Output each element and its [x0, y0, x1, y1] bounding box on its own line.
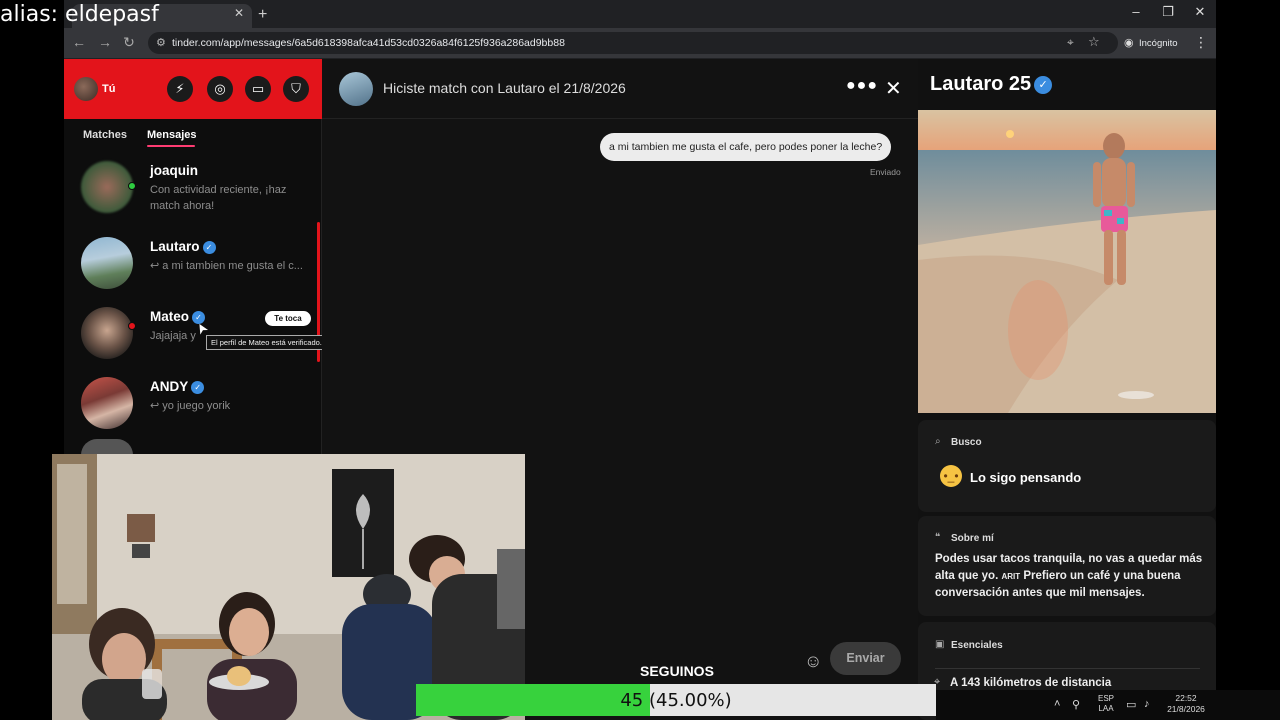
- avatar: [81, 377, 133, 429]
- conversation-name-wrap: Lautaro ✓: [150, 239, 216, 254]
- divider: [935, 668, 1200, 669]
- bookmark-star-icon[interactable]: ☆: [1088, 34, 1100, 50]
- conversation-name: joaquin: [150, 163, 198, 178]
- conversation-name: Mateo: [150, 309, 190, 324]
- back-icon[interactable]: ←: [70, 34, 88, 50]
- beach-photo: [918, 110, 1216, 413]
- sidebar-header: Tú ⚡ ◎ ▭ ⛉: [64, 59, 322, 119]
- goal-progress-text: 45 (45.00%): [620, 690, 732, 711]
- bolt-icon[interactable]: ⚡: [167, 76, 193, 102]
- incognito-label[interactable]: Incógnito: [1139, 38, 1178, 49]
- briefcase-icon[interactable]: ▭: [245, 76, 271, 102]
- verified-badge-icon[interactable]: ✓: [191, 381, 205, 394]
- chat-header: Hiciste match con Lautaro el 21/8/2026 ●…: [322, 59, 918, 119]
- avatar: [81, 161, 133, 213]
- maximize-icon[interactable]: ❐: [1153, 4, 1183, 20]
- verified-badge-icon[interactable]: ✓: [202, 241, 216, 254]
- close-chat-icon[interactable]: ✕: [885, 76, 902, 101]
- language-indicator[interactable]: ESP LAA: [1098, 694, 1114, 714]
- verified-badge-icon[interactable]: ✓: [1034, 76, 1053, 94]
- clock[interactable]: 22:52 21/8/2026: [1163, 693, 1209, 715]
- display-icon[interactable]: ▭: [1126, 698, 1136, 711]
- avatar: [81, 439, 133, 455]
- tab-matches[interactable]: Matches: [83, 129, 127, 141]
- goal-progress-bar: 45 (45.00%): [416, 684, 936, 716]
- distance-text: A 143 kilómetros de distancia: [950, 677, 1112, 689]
- your-turn-badge: Te toca: [265, 311, 311, 326]
- search-icon: ⌕: [935, 436, 941, 447]
- thinking-emoji-icon: •_•: [940, 465, 962, 487]
- chat-avatar[interactable]: [339, 72, 373, 106]
- conversation-lautaro[interactable]: Lautaro ✓ ↩ a mi tambien me gusta el c...: [64, 229, 322, 301]
- conversation-preview: ↩ a mi tambien me gusta el c...: [150, 260, 303, 272]
- show-hidden-icons-icon[interactable]: ˄: [1054, 698, 1060, 710]
- profile-panel: Lautaro 25 ✓ ⌕ Busco •_• Lo sigo pensand…: [918, 59, 1216, 720]
- tab-bar: ✕ + – ❐ ✕: [64, 0, 1216, 28]
- about-title: Sobre mí: [951, 533, 994, 544]
- message-status: Enviado: [870, 167, 901, 177]
- looking-for-value: Lo sigo pensando: [970, 470, 1082, 485]
- online-indicator: [128, 182, 136, 190]
- about-text: Podes usar tacos tranquila, no vas a que…: [935, 551, 1205, 602]
- location-icon[interactable]: ⌖: [1067, 35, 1074, 50]
- message-bubble: a mi tambien me gusta el cafe, pero pode…: [600, 133, 892, 161]
- profile-photo[interactable]: [918, 110, 1216, 413]
- quote-icon: ❝: [935, 532, 941, 543]
- new-tab-icon[interactable]: +: [258, 6, 267, 24]
- avatar: [81, 237, 133, 289]
- tab-close-icon[interactable]: ✕: [234, 6, 244, 20]
- my-profile-label[interactable]: Tú: [102, 83, 115, 95]
- essentials-icon: ▣: [935, 639, 945, 650]
- forward-icon[interactable]: →: [96, 34, 114, 50]
- language-line-2: LAA: [1098, 704, 1114, 713]
- send-button[interactable]: Enviar: [830, 642, 901, 675]
- tab-messages[interactable]: Mensajes: [147, 129, 197, 141]
- network-icon[interactable]: ⚲: [1072, 698, 1080, 711]
- url-text[interactable]: tinder.com/app/messages/6a5d618398afca41…: [172, 37, 565, 49]
- unread-indicator: [128, 322, 136, 330]
- emoji-icon[interactable]: ☺: [804, 651, 822, 672]
- more-options-icon[interactable]: ●●●: [846, 77, 878, 95]
- active-tab-indicator: [147, 145, 195, 147]
- looking-for-card: ⌕ Busco: [918, 420, 1216, 512]
- verified-tooltip: El perfil de Mateo está verificado.: [206, 335, 336, 350]
- looking-for-title: Busco: [951, 437, 982, 448]
- clock-time: 22:52: [1175, 693, 1197, 703]
- conversation-name: ANDY: [150, 379, 189, 394]
- conversation-preview: Con actividad reciente, ¡haz match ahora…: [150, 184, 287, 212]
- webcam-scene: [52, 454, 525, 720]
- site-settings-icon[interactable]: ⚙: [156, 36, 166, 49]
- about-small-text: ARIT: [1001, 571, 1021, 581]
- stream-alias: alias: eldepasf: [0, 2, 159, 27]
- browser-menu-icon[interactable]: ⋮: [1194, 34, 1208, 51]
- my-avatar[interactable]: [74, 77, 98, 101]
- reload-icon[interactable]: ↻: [120, 34, 138, 51]
- conversation-name-wrap: ANDY ✓: [150, 379, 205, 394]
- language-line-1: ESP: [1098, 694, 1115, 703]
- conversation-name-wrap: Mateo ✓: [150, 309, 206, 324]
- compass-icon[interactable]: ◎: [207, 76, 233, 102]
- conversation-andy[interactable]: ANDY ✓ ↩ yo juego yorik: [64, 369, 322, 441]
- conversation-preview: ↩ yo juego yorik: [150, 400, 231, 412]
- conversation-joaquin[interactable]: joaquin Con actividad reciente, ¡haz mat…: [64, 153, 322, 225]
- volume-icon[interactable]: ♪: [1144, 698, 1150, 710]
- clock-date: 21/8/2026: [1167, 704, 1205, 714]
- webcam-overlay: [52, 454, 525, 720]
- essentials-title: Esenciales: [951, 640, 1003, 651]
- profile-name-age: Lautaro 25: [930, 73, 1032, 95]
- conversation-name: Lautaro: [150, 239, 200, 254]
- minimize-icon[interactable]: –: [1121, 4, 1151, 19]
- system-tray: ˄ ⚲ ESP LAA ▭ ♪ 22:52 21/8/2026: [936, 690, 1280, 720]
- chat-title: Hiciste match con Lautaro el 21/8/2026: [383, 80, 626, 96]
- avatar: [81, 307, 133, 359]
- profile-name: Lautaro 25 ✓: [930, 73, 1053, 96]
- close-window-icon[interactable]: ✕: [1185, 4, 1215, 20]
- incognito-icon: ◉: [1124, 37, 1134, 49]
- shield-icon[interactable]: ⛉: [283, 76, 309, 102]
- goal-label: SEGUINOS: [640, 663, 714, 679]
